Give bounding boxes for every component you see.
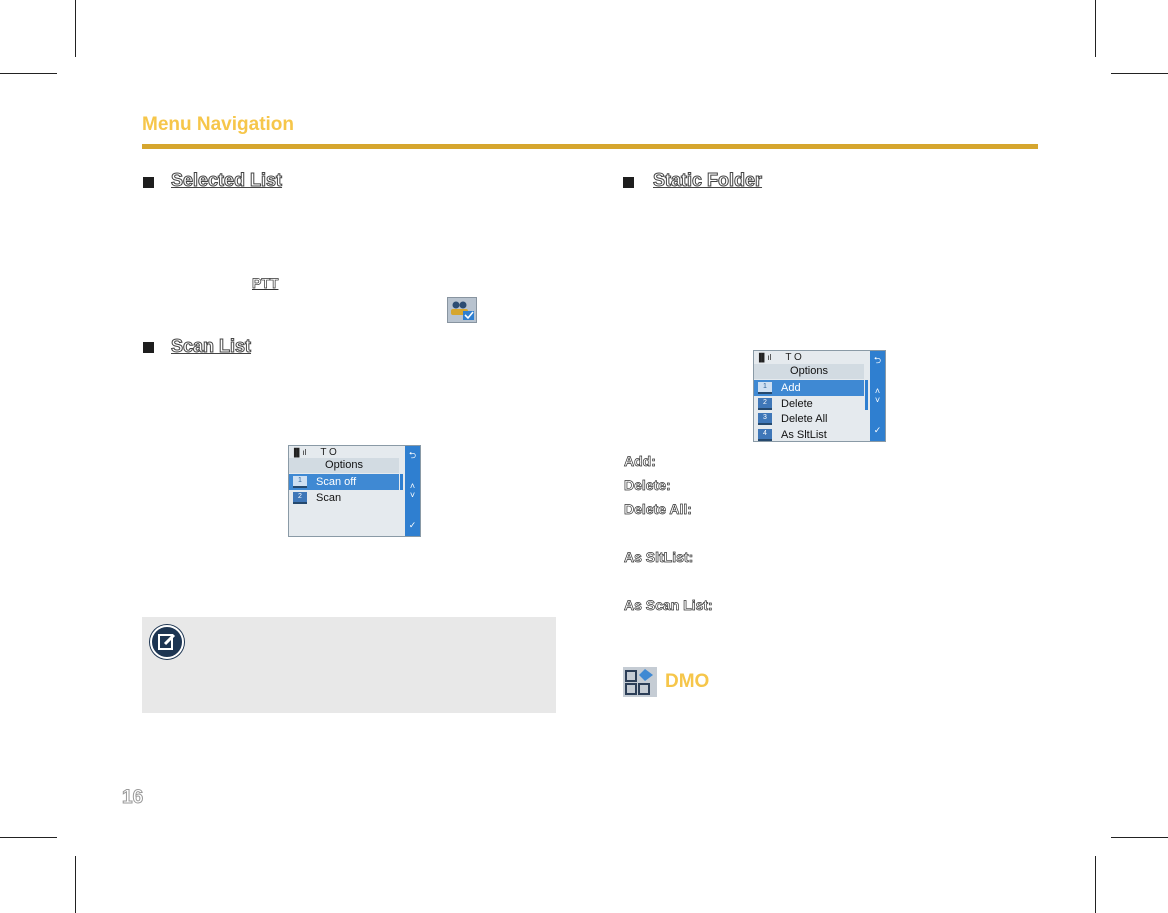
options-title: Options (289, 458, 399, 473)
scan-list-heading: Scan List (170, 336, 252, 357)
menu-item-delete[interactable]: 2 Delete (754, 396, 864, 412)
scrollbar[interactable] (865, 380, 868, 410)
bullet-icon (623, 177, 634, 188)
dmo-icon (623, 667, 657, 697)
selected-list-heading: Selected List (170, 170, 283, 191)
menu-item-as-sltlist[interactable]: 4 As SltList (754, 427, 864, 441)
crop-mark (1095, 0, 1096, 57)
ok-icon[interactable]: ✓ (405, 520, 420, 531)
dmo-title: DMO (665, 671, 710, 692)
back-icon[interactable]: ⮌ (870, 353, 885, 369)
static-folder-heading: Static Folder (652, 170, 763, 191)
signal-icon: ▐▌ıl (291, 448, 307, 457)
scroll-down-icon[interactable]: ˅ (405, 490, 420, 500)
scrollbar[interactable] (400, 474, 403, 490)
back-icon[interactable]: ⮌ (405, 448, 420, 464)
menu-item-add[interactable]: 1 Add (754, 380, 864, 396)
page-number: 16 (121, 787, 144, 809)
def-as-scan-list-label: As Scan List: (624, 597, 713, 614)
def-delete-label: Delete: (624, 477, 671, 494)
page-title: Menu Navigation (142, 114, 295, 135)
crop-mark (0, 837, 57, 838)
options-title: Options (754, 364, 864, 379)
ok-icon[interactable]: ✓ (870, 425, 885, 436)
softkey-bar: ⮌ ˄ ˅ ✓ (405, 446, 420, 536)
scroll-down-icon[interactable]: ˅ (870, 395, 885, 405)
menu-item-scan-off[interactable]: 1 Scan off (289, 474, 399, 490)
signal-icon: ▐▌ıl (756, 353, 772, 362)
static-folder-options-screen: ▐▌ıl T O Options 1 Add 2 Delete 3 Delete All… (753, 350, 886, 442)
note-box (142, 617, 556, 713)
crop-mark (1095, 856, 1096, 913)
def-add-label: Add: (624, 453, 657, 470)
softkey-bar: ⮌ ˄ ˅ ✓ (870, 351, 885, 441)
crop-mark (75, 856, 76, 913)
group-check-icon (447, 297, 477, 323)
status-bar: ▐▌ıl T O (291, 447, 337, 458)
def-delete-all-label: Delete All: (624, 501, 693, 518)
note-icon (150, 625, 184, 659)
scan-options-screen: ▐▌ıl T O Options 1 Scan off 2 Scan ⮌ ˄ ˅ ✓ (288, 445, 421, 537)
def-as-sltlist-label: As SltList: (624, 549, 694, 566)
ptt-label: PTT (252, 275, 279, 292)
crop-mark (75, 0, 76, 57)
bullet-icon (143, 342, 154, 353)
crop-mark (1111, 73, 1168, 74)
menu-item-delete-all[interactable]: 3 Delete All (754, 411, 864, 427)
status-bar: ▐▌ıl T O (756, 352, 802, 363)
crop-mark (0, 73, 57, 74)
bullet-icon (143, 177, 154, 188)
crop-mark (1111, 837, 1168, 838)
menu-item-scan[interactable]: 2 Scan (289, 490, 399, 506)
header-rule (142, 144, 1038, 149)
